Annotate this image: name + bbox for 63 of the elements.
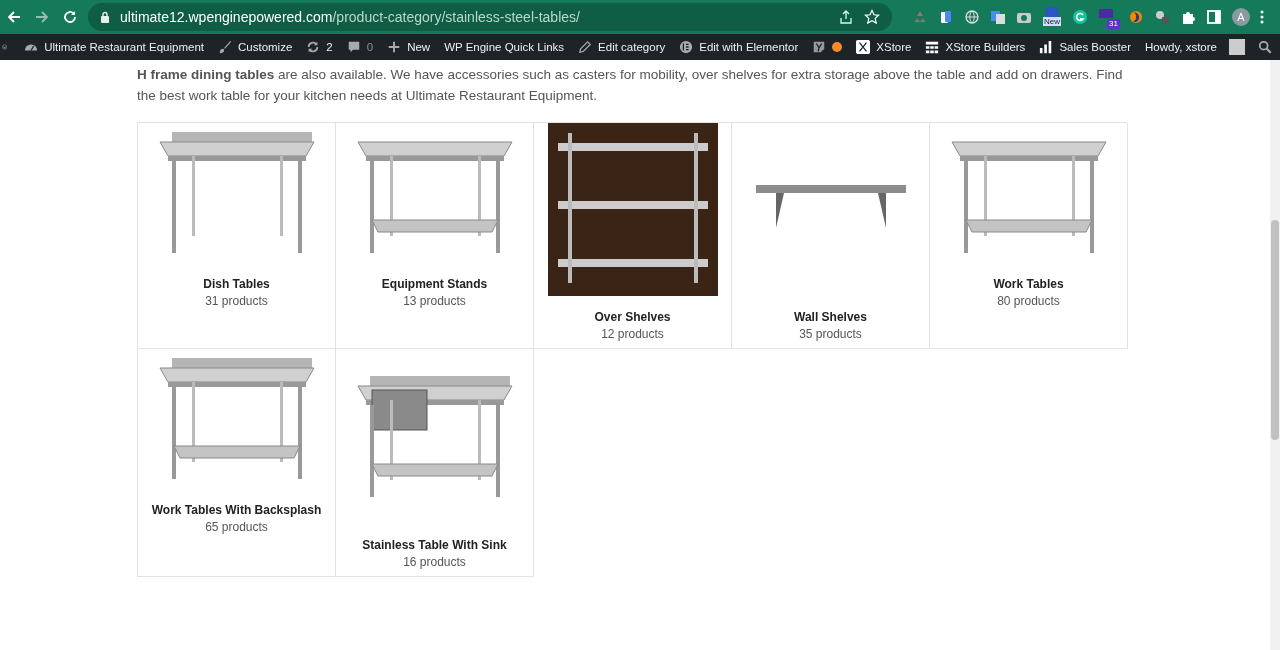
admin-bar-link[interactable]: 2 — [299, 40, 340, 54]
menu-icon[interactable] — [1260, 9, 1264, 25]
pencil-icon — [578, 40, 593, 54]
grid-icon — [925, 40, 940, 54]
extension-icon[interactable] — [1154, 9, 1170, 25]
admin-bar-link[interactable]: Sales Booster — [1032, 40, 1138, 54]
category-card[interactable]: Equipment Stands 13 products — [336, 123, 534, 349]
product-count: 65 products — [205, 520, 268, 534]
document-icon[interactable] — [938, 9, 954, 25]
category-name: Stainless Table With Sink — [362, 538, 507, 552]
extension-icon-with-badge[interactable]: New — [1042, 7, 1062, 27]
product-count: 80 products — [997, 294, 1060, 308]
product-count: 31 products — [205, 294, 268, 308]
admin-bar-link[interactable]: Edit category — [571, 40, 673, 54]
category-card[interactable]: Work Tables 80 products — [930, 123, 1128, 349]
category-name: Work Tables With Backsplash — [151, 503, 322, 517]
product-count: 13 products — [403, 294, 466, 308]
category-card[interactable]: Stainless Table With Sink 16 products — [336, 349, 534, 577]
admin-bar-link[interactable]: 0 — [339, 40, 381, 54]
category-name: Wall Shelves — [794, 310, 867, 324]
plus-icon — [387, 40, 402, 54]
category-card[interactable]: Dish Tables 31 products — [138, 123, 336, 349]
comment-icon — [346, 40, 361, 54]
product-count: 35 products — [799, 327, 862, 341]
search-icon[interactable] — [1258, 40, 1272, 54]
extension-icon-with-badge[interactable]: 31 — [1098, 7, 1118, 27]
category-card[interactable]: Over Shelves 12 products — [534, 123, 732, 349]
account-link[interactable]: Howdy, xstore — [1138, 39, 1252, 55]
product-count: 12 products — [601, 327, 664, 341]
sidebar-icon[interactable] — [1206, 9, 1222, 25]
product-count: 16 products — [403, 555, 466, 569]
fire-icon[interactable] — [1128, 9, 1144, 25]
admin-bar-link[interactable]: Customize — [211, 40, 300, 54]
intro-paragraph: H frame dining tables are also available. We have accessories such as casters for mobility, over shelves for extra storage above the table and add on drawers. Find the best work table for your kitchen needs at Ultimate Restaurant Equipment. — [137, 66, 1124, 105]
globe-icon[interactable] — [964, 9, 980, 25]
status-dot — [832, 42, 843, 52]
star-icon[interactable] — [864, 9, 880, 25]
grammar-icon[interactable] — [1072, 9, 1088, 25]
translate-icon[interactable] — [990, 9, 1006, 25]
address-bar[interactable]: ultimate12.wpenginepowered.com/product-category/stainless-steel-tables/ — [88, 3, 892, 31]
admin-bar-link[interactable]: Ultimate Restaurant Equipment — [17, 40, 211, 54]
category-name: Work Tables — [993, 277, 1064, 291]
bar-chart-icon — [1039, 40, 1054, 54]
category-card[interactable]: Work Tables With Backsplash 65 products — [138, 349, 336, 577]
category-card[interactable]: Wall Shelves 35 products — [732, 123, 930, 349]
seo-plugin-icon[interactable] — [812, 40, 827, 54]
category-name: Over Shelves — [594, 310, 671, 324]
update-icon — [306, 40, 321, 54]
elementor-icon — [679, 40, 694, 54]
scrollbar-thumb[interactable] — [1271, 220, 1279, 440]
lock-icon — [100, 11, 110, 23]
paintbrush-icon — [218, 40, 232, 54]
scrollbar[interactable] — [1270, 60, 1280, 650]
admin-bar-link[interactable]: WP Engine Quick Links — [437, 41, 572, 53]
admin-bar-link[interactable]: New — [380, 40, 438, 54]
admin-bar-link[interactable]: Edit with Elementor — [672, 40, 806, 54]
share-icon[interactable] — [838, 9, 854, 25]
admin-bar-link[interactable]: XStore — [849, 40, 919, 54]
category-name: Dish Tables — [203, 277, 270, 291]
category-name: Equipment Stands — [381, 277, 488, 291]
puzzle-icon[interactable] — [1180, 9, 1196, 25]
xstore-icon — [856, 40, 871, 54]
admin-bar-link[interactable]: XStore Builders — [918, 40, 1033, 54]
